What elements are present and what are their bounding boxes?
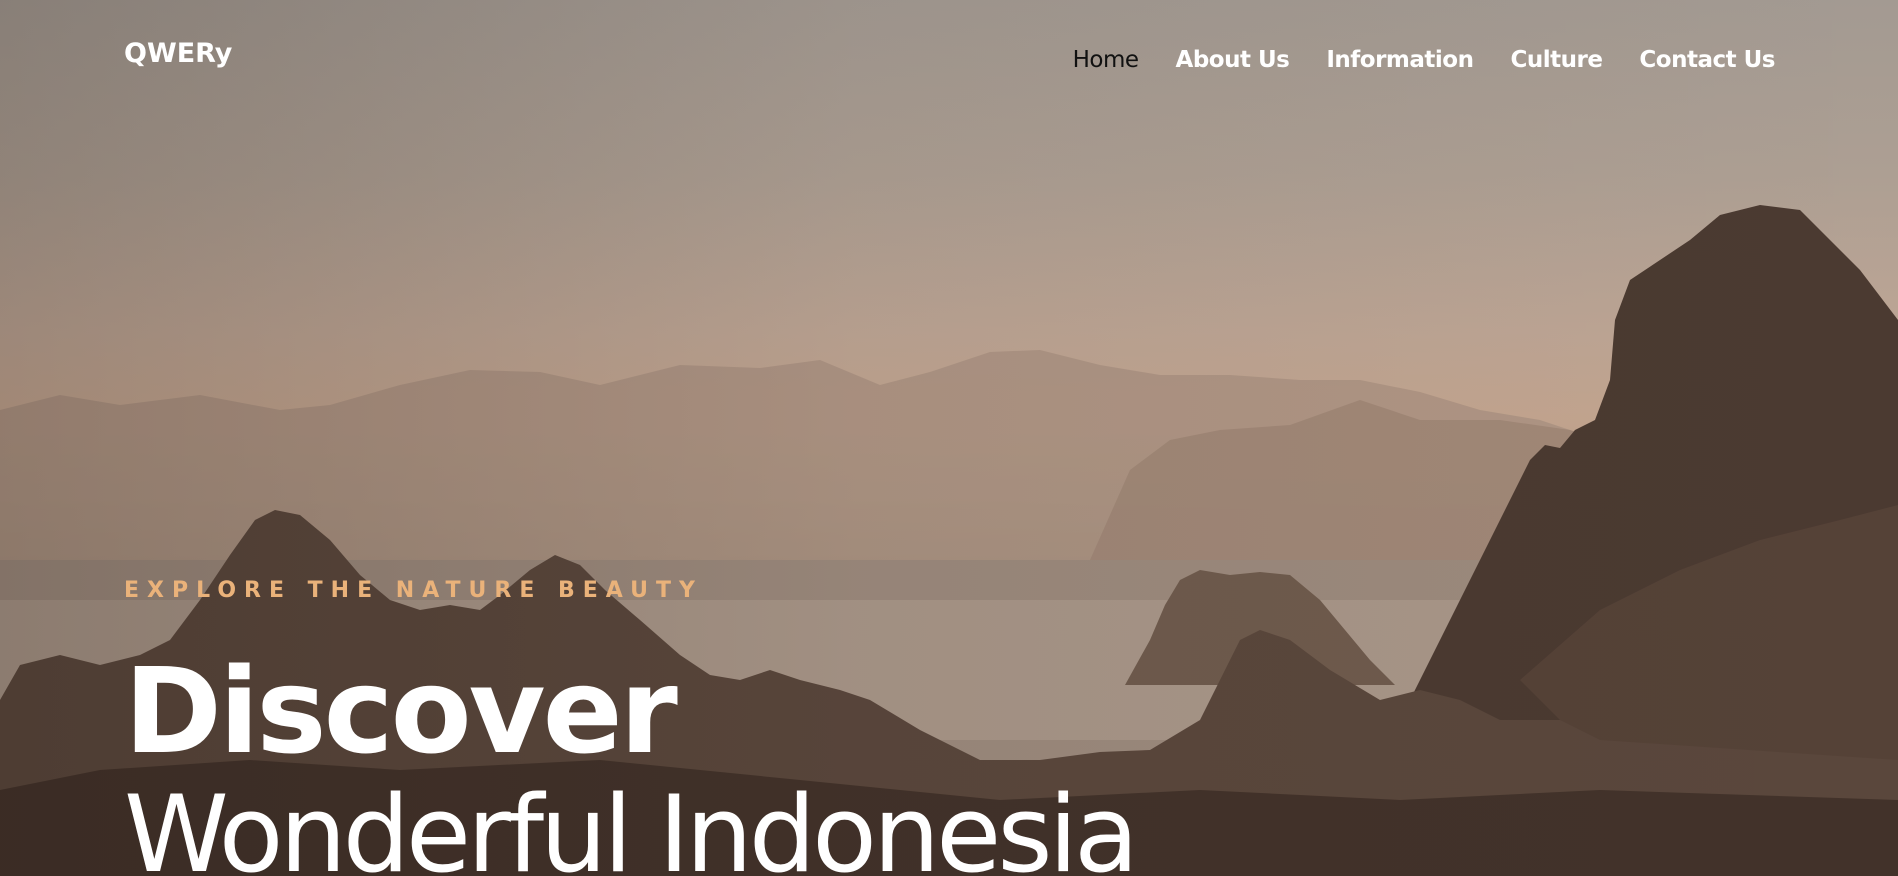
nav-item-culture[interactable]: Culture xyxy=(1510,47,1602,73)
main-nav: Home About Us Information Culture Contac… xyxy=(1073,47,1776,73)
hero-kicker: EXPLORE THE NATURE BEAUTY xyxy=(124,578,703,603)
nav-item-information[interactable]: Information xyxy=(1326,47,1474,73)
logo[interactable]: QWERy xyxy=(124,38,232,69)
hero-headline-light: Wonderful Indonesia xyxy=(124,773,1139,876)
nav-item-about-us[interactable]: About Us xyxy=(1176,47,1290,73)
hero-headline-bold: Discover xyxy=(124,642,678,780)
nav-item-home[interactable]: Home xyxy=(1073,47,1139,73)
nav-item-contact-us[interactable]: Contact Us xyxy=(1639,47,1775,73)
